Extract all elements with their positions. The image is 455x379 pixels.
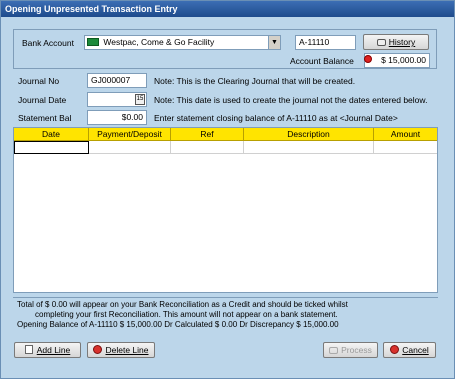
info-line-2: completing your first Reconciliation. Th… <box>35 310 338 319</box>
delete-icon <box>93 345 103 354</box>
process-button[interactable]: Process <box>323 342 378 358</box>
statement-bal-field[interactable]: $0.00 <box>87 110 147 125</box>
column-header-ref[interactable]: Ref <box>171 128 244 141</box>
bank-icon <box>87 38 99 46</box>
info-line-3: Opening Balance of A-11110 $ 15,000.00 D… <box>17 320 339 329</box>
journal-no-label: Journal No <box>18 76 60 86</box>
statement-bal-label: Statement Bal <box>18 113 72 123</box>
journal-no-field[interactable]: GJ000007 <box>87 73 147 88</box>
bank-account-select[interactable]: Westpac, Come & Go Facility ▼ <box>84 35 281 50</box>
bank-account-value: Westpac, Come & Go Facility <box>103 37 215 47</box>
info-line-1: Total of $ 0.00 will appear on your Bank… <box>17 300 348 309</box>
add-line-label: Add Line <box>36 345 71 355</box>
statement-bal-note: Enter statement closing balance of A-111… <box>154 113 398 123</box>
column-header-description[interactable]: Description <box>244 128 374 141</box>
account-balance-value: $ 15,000.00 <box>364 53 430 68</box>
process-icon <box>329 347 339 354</box>
title-bar[interactable]: Opening Unpresented Transaction Entry <box>1 1 454 17</box>
cell-ref[interactable] <box>171 141 244 154</box>
history-button[interactable]: History <box>363 34 429 50</box>
transaction-grid[interactable]: Date Payment/Deposit Ref Description Amo… <box>13 127 438 293</box>
reconciliation-info: Total of $ 0.00 will appear on your Bank… <box>13 297 438 333</box>
add-line-button[interactable]: Add Line <box>14 342 81 358</box>
bank-account-label: Bank Account <box>22 38 74 48</box>
column-header-amount[interactable]: Amount <box>374 128 437 141</box>
window-title: Opening Unpresented Transaction Entry <box>5 4 178 14</box>
journal-date-note: Note: This date is used to create the jo… <box>154 95 428 105</box>
process-label: Process <box>341 345 372 355</box>
history-icon <box>376 39 386 46</box>
cancel-button[interactable]: Cancel <box>383 342 436 358</box>
journal-date-field[interactable]: 15 <box>87 92 147 107</box>
bank-account-panel: Bank Account Westpac, Come & Go Facility… <box>13 29 437 69</box>
journal-no-note: Note: This is the Clearing Journal that … <box>154 76 356 86</box>
bank-account-code: A-11110 <box>295 35 356 50</box>
cancel-label: Cancel <box>402 345 429 355</box>
delete-line-label: Delete Line <box>105 345 149 355</box>
table-row[interactable] <box>14 141 437 154</box>
cell-date[interactable] <box>14 141 89 154</box>
cursor-icon <box>364 55 372 63</box>
delete-line-button[interactable]: Delete Line <box>87 342 155 358</box>
cell-description[interactable] <box>244 141 374 154</box>
column-header-date[interactable]: Date <box>14 128 89 141</box>
grid-header: Date Payment/Deposit Ref Description Amo… <box>14 128 437 141</box>
column-header-payment-deposit[interactable]: Payment/Deposit <box>89 128 171 141</box>
dialog-window: Opening Unpresented Transaction Entry Ba… <box>0 0 455 379</box>
cancel-icon <box>390 345 400 354</box>
cell-payment-deposit[interactable] <box>89 141 171 154</box>
cell-amount[interactable] <box>374 141 437 154</box>
add-line-icon <box>24 345 33 354</box>
journal-date-label: Journal Date <box>18 95 67 105</box>
account-balance-label: Account Balance <box>290 56 354 66</box>
calendar-icon[interactable]: 15 <box>135 94 145 105</box>
history-button-label: History <box>388 37 416 47</box>
chevron-down-icon[interactable]: ▼ <box>268 36 280 49</box>
